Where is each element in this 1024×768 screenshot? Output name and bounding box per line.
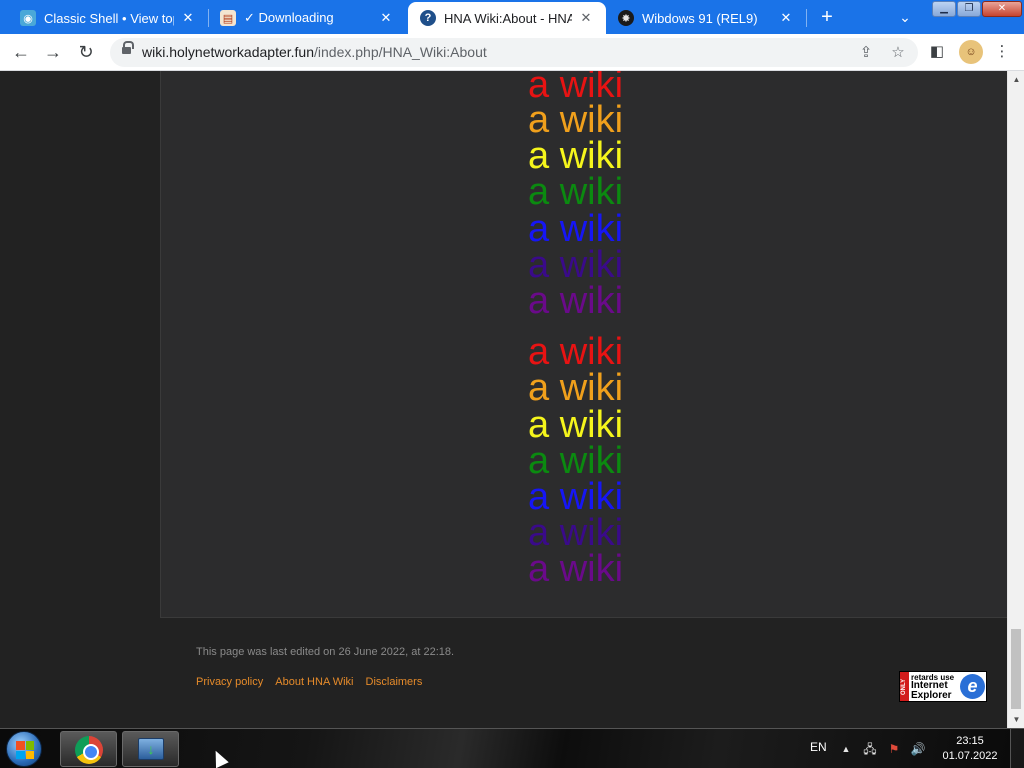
- menu-kebab-icon[interactable]: ⋮: [990, 40, 1014, 64]
- wiki-content-area: a wiki a wiki a wiki a wiki a wiki a wik…: [160, 71, 1007, 618]
- taskbar-installer-button[interactable]: ↓: [122, 731, 179, 767]
- taskbar: ↓ EN ▲ 🖧 ⚑ 🔊 23:15 01.07.2022: [0, 728, 1024, 768]
- url-host: wiki.holynetworkadapter.fun: [142, 44, 314, 60]
- wiki-text-line: a wiki: [528, 135, 624, 177]
- side-panel-icon[interactable]: ◧: [925, 40, 949, 64]
- page-viewport: a wiki a wiki a wiki a wiki a wiki a wik…: [0, 71, 1007, 728]
- language-indicator[interactable]: EN: [810, 740, 827, 754]
- show-hidden-icons-icon[interactable]: ▲: [838, 741, 854, 757]
- tab-separator: [806, 9, 807, 27]
- tab-strip: ◉ Classic Shell • View topic ✕ ▤ ✓ Downl…: [0, 0, 1024, 34]
- tab-hna-wiki-about[interactable]: ? HNA Wiki:About - HNA W ✕: [408, 2, 606, 34]
- about-link[interactable]: About HNA Wiki: [275, 676, 353, 688]
- scroll-thumb[interactable]: [1011, 629, 1021, 709]
- tab-title: Classic Shell • View topic: [44, 10, 174, 26]
- close-icon[interactable]: ✕: [180, 10, 196, 26]
- disclaimers-link[interactable]: Disclaimers: [366, 676, 423, 688]
- new-tab-button[interactable]: +: [814, 4, 840, 30]
- wiki-text-line: a wiki: [528, 440, 624, 482]
- window-controls: ▁ ❐ ✕: [931, 1, 1022, 17]
- scroll-down-arrow-icon[interactable]: ▼: [1008, 711, 1024, 728]
- ie-badge[interactable]: ONLY retards use Internet Explorer e: [899, 671, 987, 702]
- wiki-text-line: a wiki: [528, 244, 624, 286]
- tab-wibdows-91[interactable]: ✸ Wibdows 91 (REL9) ✕: [606, 2, 806, 34]
- bookmark-star-icon[interactable]: ☆: [887, 42, 909, 64]
- tab-search-button[interactable]: ⌄: [893, 4, 917, 30]
- address-url[interactable]: wiki.holynetworkadapter.fun/index.php/HN…: [142, 44, 487, 60]
- wiki-text-line: a wiki: [528, 331, 624, 373]
- close-icon[interactable]: ✕: [378, 10, 394, 26]
- clock-date: 01.07.2022: [942, 750, 998, 762]
- reload-button[interactable]: ↻: [73, 39, 99, 65]
- show-desktop-button[interactable]: [1010, 729, 1024, 768]
- forward-button[interactable]: →: [40, 39, 66, 65]
- profile-avatar[interactable]: ☺: [959, 40, 983, 64]
- lock-icon[interactable]: [122, 41, 134, 56]
- tab-title: Wibdows 91 (REL9): [642, 10, 758, 26]
- page-icon: ▤: [220, 10, 236, 26]
- restore-button[interactable]: ❐: [957, 1, 981, 17]
- last-edited-info: This page was last edited on 26 June 202…: [196, 646, 455, 658]
- close-icon[interactable]: ✕: [578, 10, 594, 26]
- download-installer-icon: ↓: [138, 738, 164, 760]
- minimize-button[interactable]: ▁: [932, 1, 956, 17]
- url-path: /index.php/HNA_Wiki:About: [314, 44, 487, 60]
- tab-title: ✓ Downloading: [244, 10, 334, 25]
- wheel-icon: ✸: [618, 10, 634, 26]
- wiki-text-line: a wiki: [528, 208, 624, 250]
- volume-icon[interactable]: 🔊: [910, 741, 926, 757]
- wiki-text-line: a wiki: [528, 171, 624, 213]
- start-button[interactable]: [6, 731, 42, 767]
- help-icon: ?: [420, 10, 436, 26]
- wiki-text-line: a wiki: [528, 476, 624, 518]
- back-button[interactable]: ←: [8, 39, 34, 65]
- taskbar-chrome-button[interactable]: [60, 731, 117, 767]
- wiki-text-line: a wiki: [528, 512, 624, 554]
- address-bar[interactable]: wiki.holynetworkadapter.fun/index.php/HN…: [110, 38, 918, 67]
- privacy-policy-link[interactable]: Privacy policy: [196, 676, 263, 688]
- window-close-button[interactable]: ✕: [982, 1, 1022, 17]
- share-icon[interactable]: ⇪: [855, 42, 877, 64]
- wiki-text-line: a wiki: [528, 280, 624, 322]
- wiki-text-line: a wiki: [528, 548, 624, 590]
- system-clock[interactable]: 23:15 01.07.2022: [936, 734, 1004, 764]
- wiki-text-line: a wiki: [528, 367, 624, 409]
- windows-logo-icon: [16, 741, 34, 759]
- tab-downloading[interactable]: ▤ ✓ Downloading ✕: [208, 2, 406, 34]
- ie-logo-icon: e: [960, 674, 985, 699]
- close-icon[interactable]: ✕: [778, 10, 794, 26]
- chrome-icon: [75, 736, 103, 764]
- globe-icon: ◉: [20, 10, 36, 26]
- tab-title: HNA Wiki:About - HNA W: [444, 10, 572, 26]
- clock-time: 23:15: [956, 735, 984, 747]
- browser-toolbar: ← → ↻ wiki.holynetworkadapter.fun/index.…: [0, 34, 1024, 71]
- tab-classic-shell[interactable]: ◉ Classic Shell • View topic ✕: [8, 2, 208, 34]
- wiki-text-line: a wiki: [528, 404, 624, 446]
- footer-links: Privacy policy About HNA Wiki Disclaimer…: [196, 676, 422, 688]
- vertical-scrollbar[interactable]: ▲ ▼: [1007, 71, 1024, 728]
- badge-strip: ONLY: [900, 672, 909, 701]
- action-center-flag-icon[interactable]: ⚑: [886, 741, 902, 757]
- scroll-up-arrow-icon[interactable]: ▲: [1008, 71, 1024, 88]
- wiki-text-line: a wiki: [528, 99, 624, 141]
- network-icon[interactable]: 🖧: [862, 741, 878, 757]
